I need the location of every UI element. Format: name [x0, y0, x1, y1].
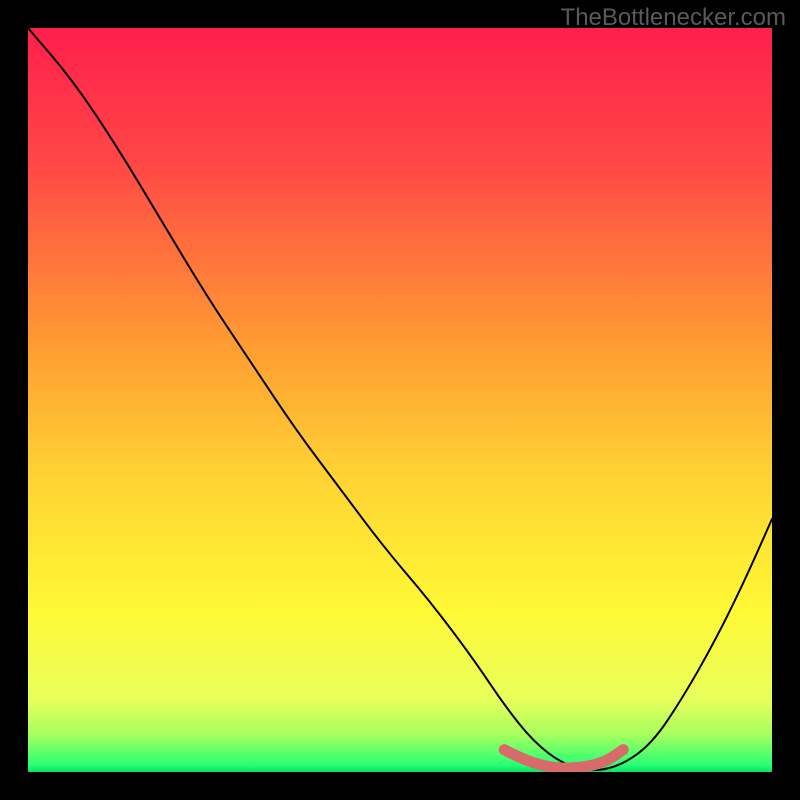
plot-area — [28, 28, 772, 772]
chart-svg — [28, 28, 772, 772]
gradient-background — [28, 28, 772, 772]
chart-frame: TheBottlenecker.com — [0, 0, 800, 800]
